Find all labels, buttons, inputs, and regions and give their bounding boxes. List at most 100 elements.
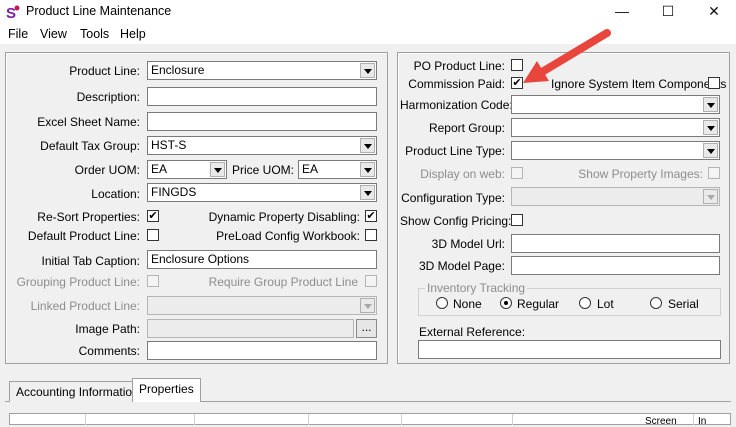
grid-column-divider — [85, 414, 86, 425]
initial-tab-label: Initial Tab Caption: — [41, 254, 140, 268]
excel-sheet-field[interactable] — [147, 112, 377, 131]
show-images-checkbox[interactable] — [708, 167, 720, 179]
order-uom-combo[interactable]: EA — [147, 160, 227, 179]
location-combo[interactable]: FINGDS — [147, 183, 377, 202]
location-value: FINGDS — [151, 185, 197, 199]
pl-type-combo[interactable] — [511, 141, 720, 160]
properties-grid[interactable]: Screen In — [9, 413, 731, 427]
external-ref-label: External Reference: — [419, 325, 526, 339]
radio-serial[interactable] — [650, 297, 662, 309]
product-line-combo[interactable]: Enclosure — [147, 61, 377, 80]
grid-header-in[interactable]: In — [698, 416, 706, 427]
grid-column-divider — [693, 414, 694, 425]
model-page-label: 3D Model Page: — [418, 259, 505, 273]
price-uom-value: EA — [302, 162, 319, 176]
image-path-field[interactable] — [147, 319, 354, 338]
default-pl-label: Default Product Line: — [27, 229, 140, 243]
model-page-field[interactable] — [511, 256, 720, 275]
resort-checkbox[interactable]: ✔ — [147, 210, 159, 222]
product-line-label: Product Line: — [69, 64, 140, 78]
dynamic-label: Dynamic Property Disabling: — [208, 210, 360, 224]
model-url-field[interactable] — [511, 234, 720, 253]
require-group-checkbox[interactable] — [365, 275, 377, 287]
radio-none-label: None — [453, 297, 482, 311]
report-group-combo[interactable] — [511, 118, 720, 137]
chevron-down-icon[interactable] — [360, 63, 375, 78]
menu-help[interactable]: Help — [120, 27, 146, 41]
chevron-down-icon[interactable] — [703, 143, 718, 158]
radio-lot[interactable] — [579, 297, 591, 309]
close-button[interactable]: ✕ — [691, 0, 736, 24]
grid-column-divider — [401, 414, 402, 425]
radio-none[interactable] — [436, 297, 448, 309]
dynamic-checkbox[interactable]: ✔ — [365, 210, 377, 222]
default-tax-combo[interactable]: HST-S — [147, 136, 377, 155]
menu-view[interactable]: View — [40, 27, 67, 41]
comments-label: Comments: — [78, 344, 140, 358]
grouping-checkbox[interactable] — [147, 275, 159, 287]
display-web-label: Display on web: — [420, 167, 505, 181]
chevron-down-icon[interactable] — [703, 189, 718, 204]
chevron-down-icon[interactable] — [360, 185, 375, 200]
pl-type-label: Product Line Type: — [405, 144, 505, 158]
radio-lot-label: Lot — [597, 297, 614, 311]
price-uom-label: Price UOM: — [231, 163, 294, 177]
maximize-button[interactable]: ☐ — [645, 0, 691, 24]
default-tax-label: Default Tax Group: — [40, 139, 140, 153]
tab-accounting[interactable]: Accounting Information — [9, 381, 146, 402]
default-pl-checkbox[interactable] — [147, 229, 159, 241]
radio-serial-label: Serial — [668, 297, 699, 311]
order-uom-value: EA — [151, 162, 168, 176]
app-icon: S — [5, 4, 21, 21]
report-group-label: Report Group: — [428, 121, 505, 135]
chevron-down-icon[interactable] — [703, 120, 718, 135]
order-uom-label: Order UOM: — [74, 163, 140, 177]
default-tax-value: HST-S — [151, 138, 187, 152]
inventory-title: Inventory Tracking — [425, 281, 528, 295]
annotation-arrow-icon — [523, 29, 611, 83]
grid-column-divider — [194, 414, 195, 425]
price-uom-combo[interactable]: EA — [298, 160, 377, 179]
chevron-down-icon[interactable] — [360, 138, 375, 153]
svg-text:S: S — [6, 5, 16, 21]
model-url-label: 3D Model Url: — [431, 237, 505, 251]
grid-header-screen[interactable]: Screen — [645, 416, 677, 427]
description-label: Description: — [76, 90, 140, 104]
tab-properties[interactable]: Properties — [132, 378, 201, 402]
linked-label: Linked Product Line: — [30, 299, 140, 313]
preload-checkbox[interactable] — [365, 229, 377, 241]
radio-regular[interactable] — [500, 297, 512, 309]
radio-regular-label: Regular — [517, 297, 560, 311]
config-type-combo[interactable] — [511, 187, 720, 206]
show-config-checkbox[interactable] — [511, 214, 523, 226]
display-web-checkbox[interactable] — [511, 167, 523, 179]
grouping-label: Grouping Product Line: — [16, 275, 140, 289]
require-group-label: Require Group Product Line — [208, 275, 358, 289]
grid-column-divider — [308, 414, 309, 425]
browse-button[interactable]: ... — [356, 319, 377, 338]
show-images-label: Show Property Images: — [578, 167, 703, 181]
chevron-down-icon[interactable] — [360, 162, 375, 177]
minimize-button[interactable]: — — [599, 0, 645, 24]
harmonization-label: Harmonization Code: — [400, 98, 513, 112]
chevron-down-icon[interactable] — [210, 162, 225, 177]
grid-column-divider — [512, 414, 513, 425]
menu-file[interactable]: File — [8, 27, 28, 41]
ignore-checkbox[interactable] — [708, 77, 720, 89]
harmonization-combo[interactable] — [511, 95, 720, 114]
initial-tab-field[interactable]: Enclosure Options — [147, 250, 377, 269]
image-path-label: Image Path: — [75, 322, 140, 336]
chevron-down-icon[interactable] — [703, 97, 718, 112]
external-ref-field[interactable] — [418, 340, 721, 359]
menu-tools[interactable]: Tools — [80, 27, 109, 41]
chevron-down-icon[interactable] — [360, 298, 375, 313]
po-label: PO Product Line: — [413, 59, 505, 73]
window-title: Product Line Maintenance — [26, 4, 172, 18]
commission-label: Commission Paid: — [408, 77, 505, 91]
resort-label: Re-Sort Properties: — [37, 210, 140, 224]
comments-field[interactable] — [147, 341, 377, 360]
menu-bar — [0, 24, 736, 44]
config-type-label: Configuration Type: — [401, 191, 505, 205]
linked-combo[interactable] — [147, 296, 377, 315]
description-field[interactable] — [147, 87, 377, 106]
